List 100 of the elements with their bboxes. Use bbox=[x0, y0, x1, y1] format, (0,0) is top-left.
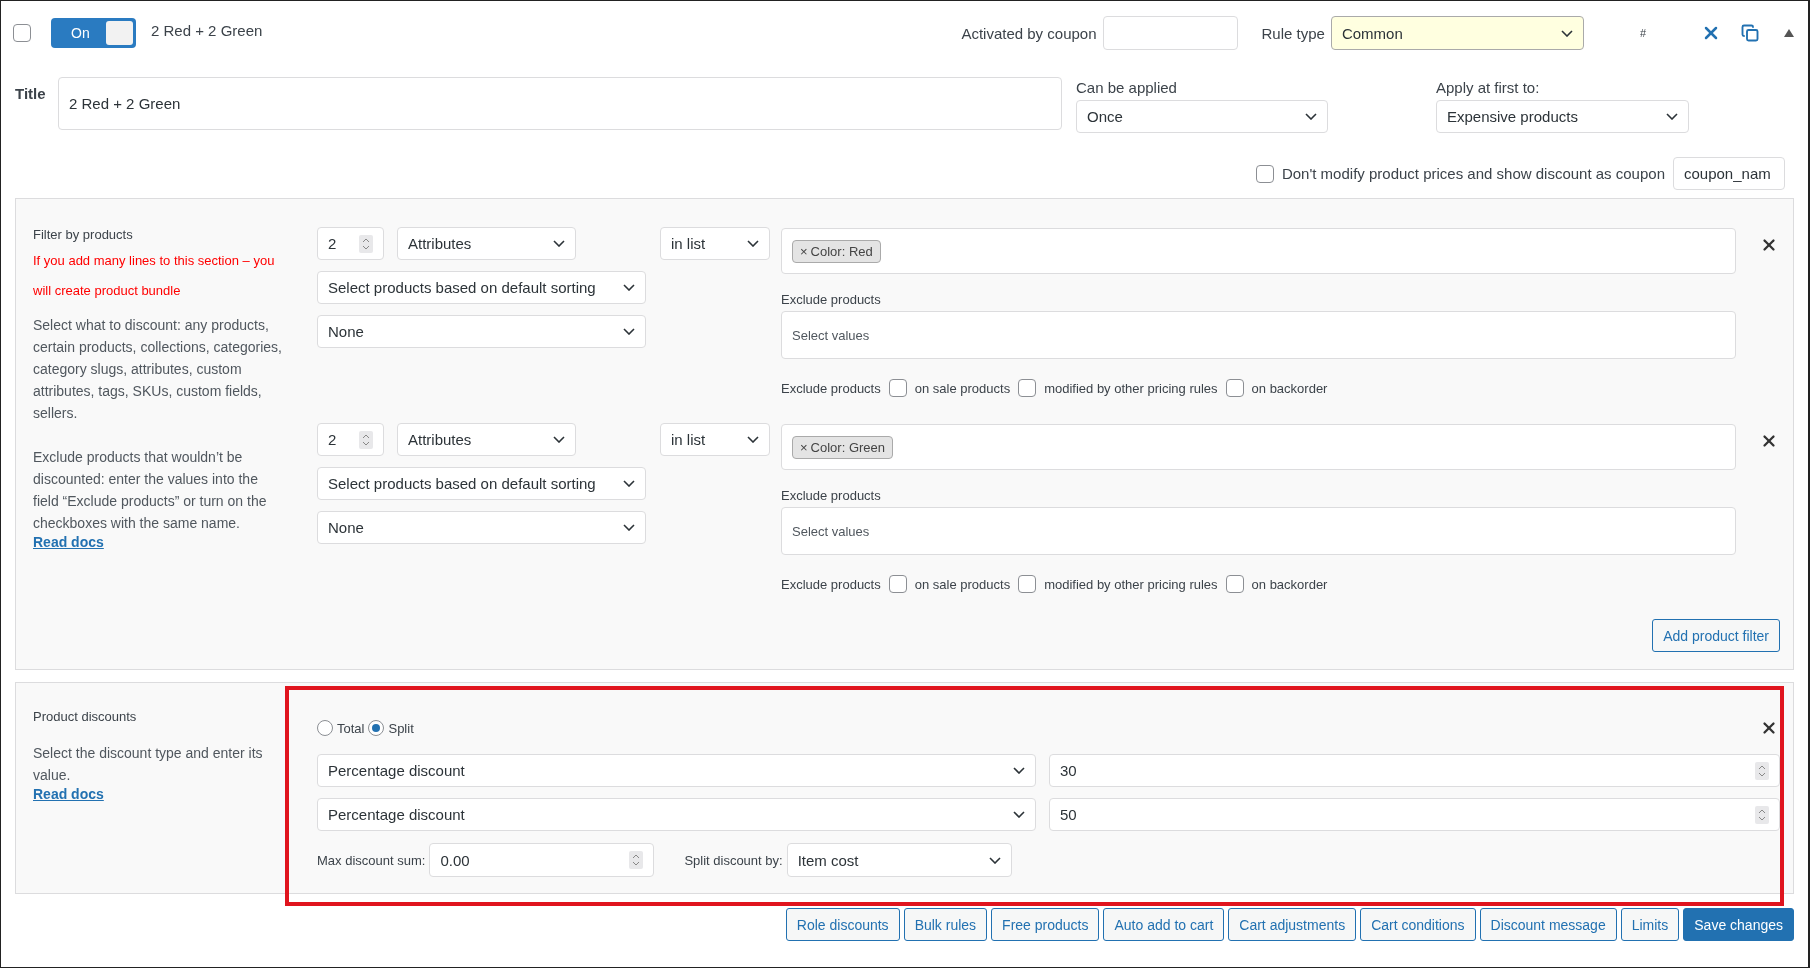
radio-button[interactable] bbox=[317, 720, 333, 736]
chevron-down-icon bbox=[553, 240, 565, 247]
split-discount-select[interactable]: Item cost bbox=[786, 843, 1012, 877]
chevron-down-icon bbox=[747, 436, 759, 443]
checkbox-label: Exclude products bbox=[781, 380, 881, 396]
exclude-products-field[interactable]: Select values bbox=[781, 311, 1736, 359]
coupon-label: Activated by coupon bbox=[961, 24, 1097, 42]
filter-type-select[interactable]: Attributes bbox=[397, 423, 576, 456]
checkbox-label: modified by other pricing rules bbox=[1044, 380, 1218, 396]
chevron-down-icon bbox=[988, 856, 1001, 864]
read-docs-link[interactable]: Read docs bbox=[33, 786, 104, 802]
checkbox-label: Don't modify product prices and show discount as coupon bbox=[1281, 165, 1665, 182]
description-text: Exclude products that wouldn’t be discounted: enter the values into the field “Exclude products” or turn on the checkboxes with the same name. bbox=[33, 448, 268, 533]
action-button[interactable]: Free products bbox=[991, 908, 1100, 941]
checkbox-label: on sale products bbox=[914, 380, 1011, 396]
discount-value-field[interactable]: 50 bbox=[1049, 798, 1780, 831]
chevron-down-icon bbox=[1666, 113, 1678, 120]
hash-label: # bbox=[1639, 27, 1646, 39]
sorting-select[interactable]: Select products based on default sorting bbox=[317, 271, 646, 304]
checkbox-label: Exclude products bbox=[781, 576, 881, 592]
copy-icon[interactable] bbox=[1741, 24, 1759, 42]
rule-checkbox[interactable] bbox=[13, 24, 31, 42]
radio-button[interactable] bbox=[368, 720, 385, 736]
quantity-field[interactable]: 2 bbox=[317, 423, 384, 456]
coupon-checkbox[interactable] bbox=[1255, 164, 1274, 183]
field-label: Exclude products bbox=[781, 488, 882, 503]
filter-type-select[interactable]: Attributes bbox=[397, 227, 576, 260]
chevron-down-icon bbox=[553, 436, 565, 443]
chevron-down-icon bbox=[1305, 113, 1317, 120]
chevron-down-icon bbox=[623, 328, 635, 335]
title-field[interactable]: 2 Red + 2 Green bbox=[58, 77, 1062, 130]
discount-type-select[interactable]: Percentage discount bbox=[317, 798, 1036, 831]
quantity-field[interactable]: 2 bbox=[317, 227, 384, 260]
rule-name: 2 Red + 2 Green bbox=[151, 21, 263, 39]
read-docs-link[interactable]: Read docs bbox=[33, 534, 104, 550]
spinner-icon[interactable] bbox=[359, 234, 373, 253]
discount-value-field[interactable]: 30 bbox=[1049, 754, 1780, 787]
checkbox[interactable] bbox=[1018, 379, 1037, 397]
action-button[interactable]: Save changes bbox=[1683, 908, 1794, 941]
section-heading: Product discounts bbox=[33, 709, 138, 724]
field-label: Exclude products bbox=[781, 292, 882, 307]
action-button[interactable]: Bulk rules bbox=[903, 908, 988, 941]
action-button[interactable]: Limits bbox=[1620, 908, 1680, 941]
chevron-down-icon bbox=[1013, 767, 1025, 774]
close-icon[interactable] bbox=[1760, 719, 1778, 737]
toggle-switch[interactable]: On bbox=[51, 18, 136, 48]
field-label: Max discount sum: bbox=[317, 852, 426, 868]
tags-field[interactable]: × Color: Green bbox=[781, 424, 1736, 470]
rule-type-label: Rule type bbox=[1261, 24, 1325, 42]
field-label: Can be applied bbox=[1076, 79, 1178, 96]
chevron-down-icon bbox=[623, 524, 635, 531]
radio-label: Total bbox=[337, 720, 365, 736]
chevron-down-icon bbox=[1013, 811, 1025, 818]
spinner-icon[interactable] bbox=[1755, 761, 1769, 780]
tag[interactable]: × Color: Green bbox=[792, 435, 893, 459]
tags-field[interactable]: × Color: Red bbox=[781, 228, 1736, 274]
operator-select[interactable]: in list bbox=[660, 227, 770, 260]
checkbox[interactable] bbox=[1225, 379, 1244, 397]
section-heading: Filter by products bbox=[33, 227, 134, 242]
checkbox-label: on backorder bbox=[1251, 380, 1328, 396]
discount-type-select[interactable]: Percentage discount bbox=[317, 754, 1036, 787]
action-button[interactable]: Auto add to cart bbox=[1103, 908, 1225, 941]
rule-type-select[interactable]: Common bbox=[1330, 16, 1584, 50]
action-button[interactable]: Discount message bbox=[1479, 908, 1617, 941]
apply-first-select[interactable]: Expensive products bbox=[1436, 100, 1689, 133]
checkbox[interactable] bbox=[888, 379, 907, 397]
field-label: Apply at first to: bbox=[1436, 79, 1541, 96]
checkbox[interactable] bbox=[1018, 575, 1037, 593]
tag[interactable]: × Color: Red bbox=[792, 239, 881, 263]
close-icon[interactable] bbox=[1760, 236, 1778, 254]
checkbox[interactable] bbox=[1225, 575, 1244, 593]
chevron-down-icon bbox=[623, 480, 635, 487]
title-label: Title bbox=[15, 85, 47, 102]
checkbox-label: modified by other pricing rules bbox=[1044, 576, 1218, 592]
exclude-products-field[interactable]: Select values bbox=[781, 507, 1736, 555]
coupon-name-field[interactable]: coupon_nam bbox=[1673, 157, 1785, 190]
limit-select[interactable]: None bbox=[317, 315, 646, 348]
spinner-icon[interactable] bbox=[1755, 805, 1769, 824]
field-label: Split discount by: bbox=[684, 852, 783, 868]
checkbox-label: on backorder bbox=[1251, 576, 1328, 592]
description-text: Select the discount type and enter its value. bbox=[33, 744, 264, 785]
limit-select[interactable]: None bbox=[317, 511, 646, 544]
spinner-icon[interactable] bbox=[629, 851, 644, 869]
action-button[interactable]: Cart adjustments bbox=[1228, 908, 1357, 941]
description-text: Select what to discount: any products, certain products, collections, categories, category slugs, attributes, custom attributes, tags, SKUs, custom fields, sellers. bbox=[33, 316, 283, 423]
sorting-select[interactable]: Select products based on default sorting bbox=[317, 467, 646, 500]
max-discount-field[interactable]: 0.00 bbox=[429, 843, 655, 877]
action-button[interactable]: Cart conditions bbox=[1360, 908, 1476, 941]
close-icon[interactable] bbox=[1760, 432, 1778, 450]
can-be-applied-select[interactable]: Once bbox=[1076, 100, 1328, 133]
chevron-down-icon bbox=[747, 240, 759, 247]
coupon-field[interactable] bbox=[1102, 16, 1238, 50]
collapse-triangle-icon[interactable] bbox=[1784, 29, 1794, 37]
chevron-down-icon bbox=[623, 284, 635, 291]
checkbox-label: on sale products bbox=[914, 576, 1011, 592]
operator-select[interactable]: in list bbox=[660, 423, 770, 456]
action-button[interactable]: Role discounts bbox=[785, 908, 900, 941]
add-product-filter-button[interactable]: Add product filter bbox=[1652, 619, 1780, 652]
spinner-icon[interactable] bbox=[359, 430, 373, 449]
checkbox[interactable] bbox=[888, 575, 907, 593]
